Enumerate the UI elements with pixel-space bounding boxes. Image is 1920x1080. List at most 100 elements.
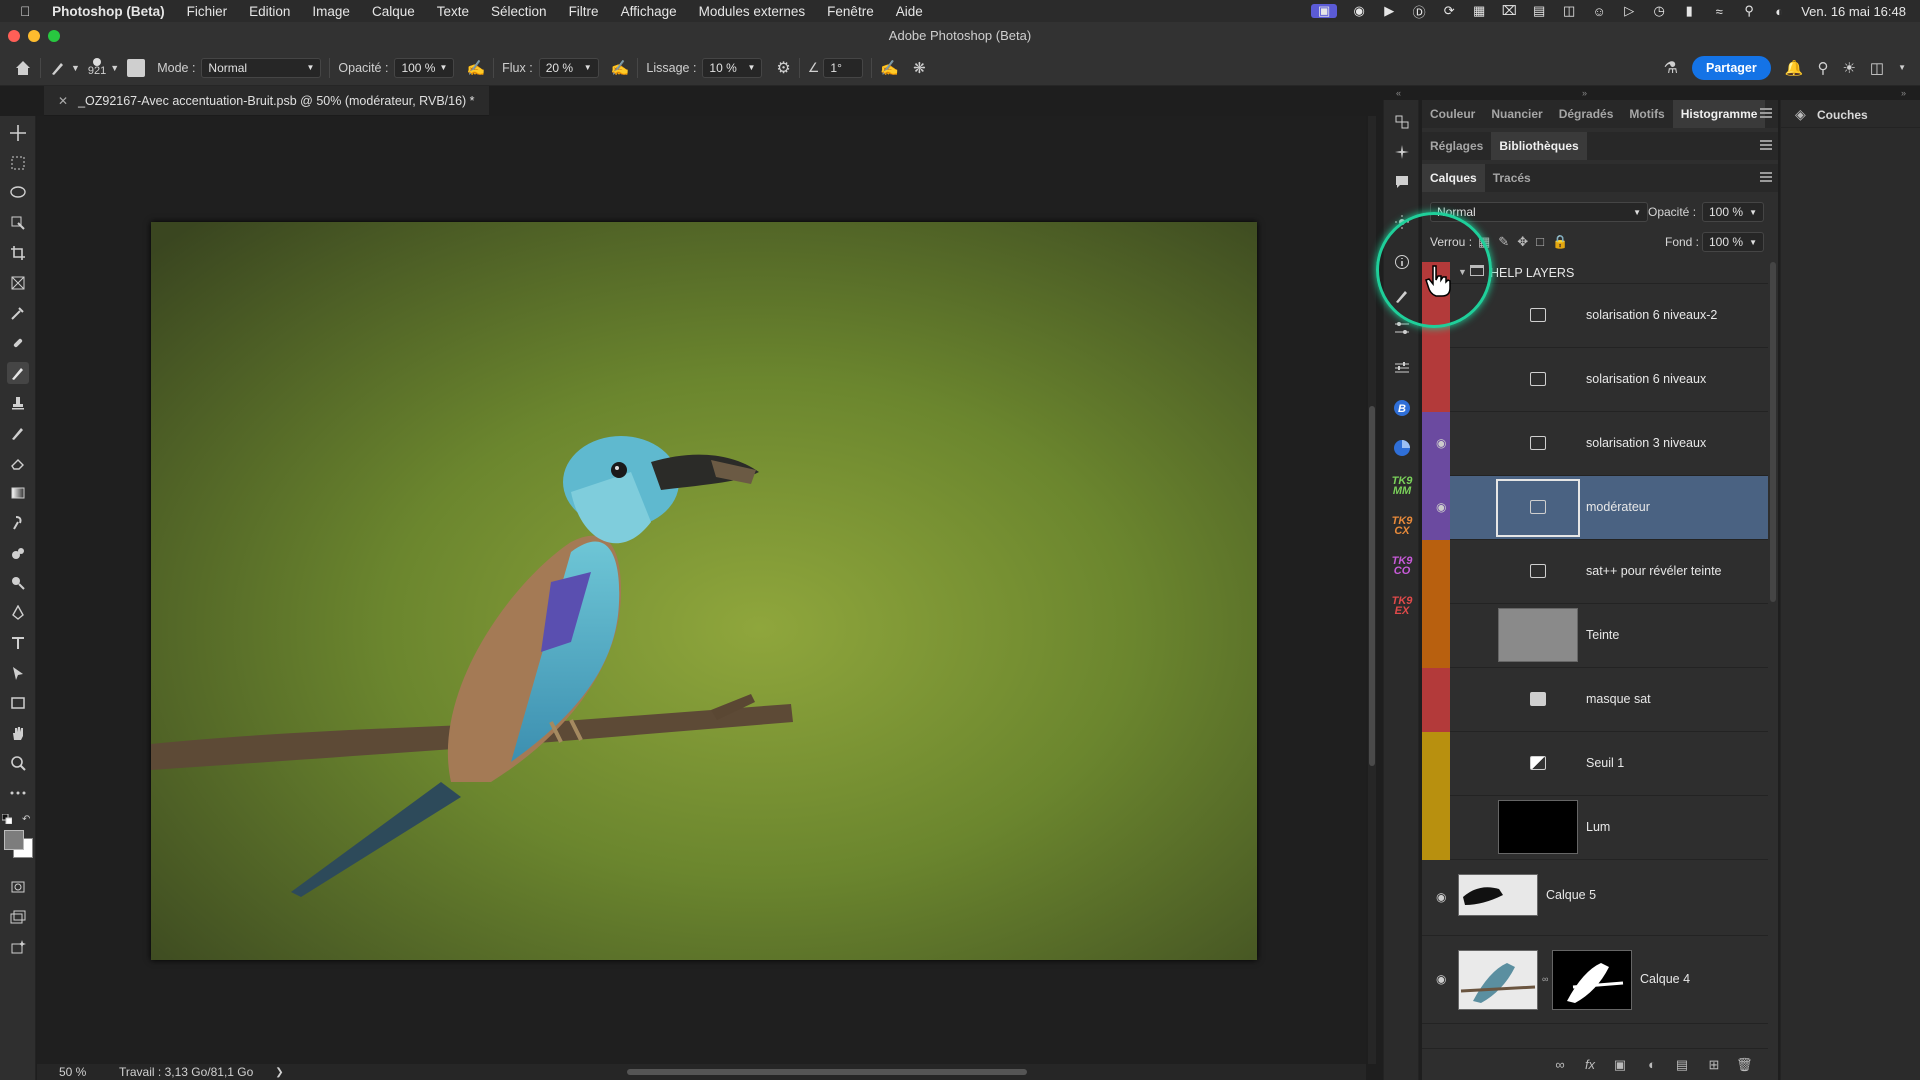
- tab-traces[interactable]: Tracés: [1485, 164, 1539, 192]
- properties-panel-icon[interactable]: [1392, 358, 1412, 378]
- lock-all-icon[interactable]: 🔒: [1552, 234, 1568, 250]
- apple-icon[interactable]: : [0, 4, 41, 19]
- brush-tool-icon[interactable]: [7, 362, 29, 384]
- eye-icon[interactable]: ◉: [1436, 436, 1450, 450]
- gear-icon[interactable]: ⚙: [776, 58, 790, 78]
- play-icon[interactable]: ▷: [1621, 3, 1637, 18]
- vertical-scrollbar[interactable]: [1368, 116, 1376, 1064]
- collapse-arrows-icon[interactable]: »: [1901, 88, 1906, 98]
- type-tool-icon[interactable]: [7, 632, 29, 654]
- eyedropper-tool-icon[interactable]: [7, 302, 29, 324]
- fill-field[interactable]: 100 % ▼: [1702, 232, 1764, 252]
- screen-share-icon[interactable]: ▣: [1311, 3, 1338, 18]
- w-icon[interactable]: Ⓓ: [1411, 4, 1427, 20]
- airbrush-icon[interactable]: ✍: [611, 59, 630, 77]
- tab-reglages[interactable]: Réglages: [1422, 132, 1491, 160]
- pen-tool-icon[interactable]: [7, 602, 29, 624]
- menu-modules[interactable]: Modules externes: [688, 4, 817, 19]
- layer-row-selected[interactable]: ◉ modérateur: [1422, 476, 1768, 540]
- flux-field[interactable]: 20 % ▼: [538, 57, 599, 78]
- menu-fichier[interactable]: Fichier: [176, 4, 239, 19]
- opacity-field[interactable]: 100 % ▼: [394, 57, 455, 78]
- lightbulb-icon[interactable]: ☀: [1842, 59, 1855, 77]
- clock-text[interactable]: Ven. 16 mai 16:48: [1801, 4, 1906, 19]
- layer-row[interactable]: Seuil 1: [1422, 732, 1768, 796]
- layer-row[interactable]: Teinte: [1422, 604, 1768, 668]
- layer-row[interactable]: Lum: [1422, 796, 1768, 860]
- search-icon[interactable]: ⚲: [1817, 59, 1828, 77]
- zoom-tool-icon[interactable]: [7, 752, 29, 774]
- tk9-mm-icon[interactable]: TK9 MM: [1392, 476, 1413, 497]
- lock-position-icon[interactable]: ✥: [1517, 234, 1528, 250]
- layers-scrollbar[interactable]: [1770, 262, 1776, 602]
- menu-texte[interactable]: Texte: [426, 4, 480, 19]
- menu-app[interactable]: Photoshop (Beta): [41, 4, 176, 19]
- panel-menu-icon[interactable]: [1760, 172, 1772, 182]
- eraser-tool-icon[interactable]: [7, 452, 29, 474]
- layer-row[interactable]: solarisation 6 niveaux: [1422, 348, 1768, 412]
- history-panel-icon[interactable]: [1392, 112, 1412, 132]
- add-mask-icon[interactable]: ▣: [1612, 1057, 1628, 1073]
- zoom-window-button[interactable]: [48, 30, 60, 42]
- tab-histogramme[interactable]: Histogramme: [1672, 100, 1766, 128]
- share-button[interactable]: Partager: [1692, 55, 1771, 80]
- frame-tool-icon[interactable]: [7, 272, 29, 294]
- clone-stamp-tool-icon[interactable]: [7, 392, 29, 414]
- menu-aide[interactable]: Aide: [885, 4, 934, 19]
- wifi-icon[interactable]: ≈: [1711, 4, 1727, 19]
- new-group-icon[interactable]: ▤: [1674, 1057, 1690, 1073]
- clock-icon[interactable]: ◷: [1651, 3, 1667, 18]
- brush-tool-icon[interactable]: [49, 59, 67, 77]
- control-center-icon[interactable]: ◐: [1771, 4, 1787, 19]
- marquee-tool-icon[interactable]: [7, 152, 29, 174]
- chevron-down-icon[interactable]: ▼: [71, 63, 80, 73]
- tab-nuancier[interactable]: Nuancier: [1483, 100, 1550, 128]
- swap-colors-icon[interactable]: ↶: [22, 814, 32, 825]
- work-status[interactable]: Travail : 3,13 Go/81,1 Go: [119, 1065, 253, 1079]
- sparkle-panel-icon[interactable]: [1392, 142, 1412, 162]
- healing-brush-tool-icon[interactable]: [7, 332, 29, 354]
- tab-bibliotheques[interactable]: Bibliothèques: [1491, 132, 1587, 160]
- close-window-button[interactable]: [8, 30, 20, 42]
- smudge-tool-icon[interactable]: [7, 512, 29, 534]
- dodge-burn-tool-icon[interactable]: [7, 542, 29, 564]
- history-brush-tool-icon[interactable]: [7, 422, 29, 444]
- crop-tool-icon[interactable]: [7, 242, 29, 264]
- layer-row[interactable]: sat++ pour révéler teinte: [1422, 540, 1768, 604]
- menu-calque[interactable]: Calque: [361, 4, 426, 19]
- eye-icon[interactable]: ◉: [1436, 890, 1450, 904]
- hand-tool-icon[interactable]: [7, 722, 29, 744]
- brush-settings-icon[interactable]: [127, 58, 146, 77]
- flask-icon[interactable]: ⚗: [1664, 58, 1678, 78]
- layout-icon[interactable]: ◫: [1561, 3, 1577, 18]
- link-layers-icon[interactable]: ∞: [1552, 1057, 1568, 1073]
- document-image[interactable]: [151, 222, 1257, 960]
- tab-couches[interactable]: Couches: [1817, 108, 1868, 122]
- layer-row[interactable]: ◉ solarisation 3 niveaux: [1422, 412, 1768, 476]
- adjustment-layer-icon[interactable]: ◐: [1644, 1057, 1660, 1073]
- default-colors-icon[interactable]: [2, 814, 12, 824]
- collapse-arrows-icon[interactable]: »: [1582, 88, 1587, 98]
- close-tab-icon[interactable]: ✕: [58, 94, 68, 108]
- tab-couleur[interactable]: Couleur: [1422, 100, 1483, 128]
- workspace-icon[interactable]: ◫: [1870, 59, 1884, 77]
- layer-row[interactable]: masque sat: [1422, 668, 1768, 732]
- eye-icon[interactable]: ◉: [1436, 972, 1450, 986]
- tk9-cx-icon[interactable]: TK9 CX: [1392, 516, 1413, 537]
- document-tab[interactable]: ✕ _OZ92167-Avec accentuation-Bruit.psb @…: [44, 86, 489, 116]
- lock-paint-icon[interactable]: ✎: [1498, 234, 1509, 250]
- minimize-window-button[interactable]: [28, 30, 40, 42]
- home-icon[interactable]: [14, 59, 32, 77]
- layer-mask-thumbnail[interactable]: [1552, 950, 1632, 1010]
- panel-menu-icon[interactable]: [1760, 140, 1772, 150]
- play-circle-icon[interactable]: ▶: [1381, 3, 1397, 18]
- chevron-right-icon[interactable]: ❯: [275, 1067, 283, 1078]
- tab-motifs[interactable]: Motifs: [1621, 100, 1672, 128]
- menu-fenetre[interactable]: Fenêtre: [816, 4, 885, 19]
- zoom-level[interactable]: 50 %: [59, 1065, 119, 1079]
- generative-fill-icon[interactable]: [7, 936, 29, 958]
- new-layer-icon[interactable]: ⊞: [1706, 1057, 1722, 1073]
- menu-image[interactable]: Image: [301, 4, 361, 19]
- mode-dropdown[interactable]: Normal ▼: [201, 57, 322, 78]
- plugin-b-icon[interactable]: B: [1392, 398, 1412, 418]
